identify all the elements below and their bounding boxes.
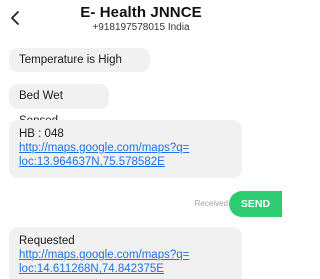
message-bubble[interactable]: HB : 048 http://maps.google.com/maps?q= … (9, 120, 242, 178)
conversation-header: E- Health JNNCE +918197578015 India (0, 0, 282, 44)
map-link[interactable]: http://maps.google.com/maps?q= loc:14.61… (19, 248, 232, 276)
message-bubble[interactable]: Temperature is High (9, 48, 150, 72)
message-text: Temperature is High (19, 54, 122, 66)
map-link-line: loc:14.611268N,74.842375E (19, 263, 164, 275)
send-button[interactable]: SEND (229, 191, 282, 217)
map-link-line: http://maps.google.com/maps?q= (19, 142, 190, 154)
map-link[interactable]: http://maps.google.com/maps?q= loc:13.96… (19, 141, 232, 169)
map-link-line: loc:13.964637N,75.578582E (19, 156, 165, 168)
map-link-line: http://maps.google.com/maps?q= (19, 249, 190, 261)
message-bubble[interactable]: Bed Wet Sensed (9, 84, 109, 127)
message-text: Requested (19, 235, 75, 247)
message-bubble[interactable]: Requested http://maps.google.com/maps?q=… (9, 227, 242, 279)
message-text: HB : 048 (19, 128, 64, 140)
received-status: Received (194, 199, 228, 208)
sms-conversation-screen: E- Health JNNCE +918197578015 India Temp… (0, 0, 282, 279)
contact-phone: +918197578015 India (92, 22, 190, 33)
contact-title: E- Health JNNCE (80, 4, 202, 21)
